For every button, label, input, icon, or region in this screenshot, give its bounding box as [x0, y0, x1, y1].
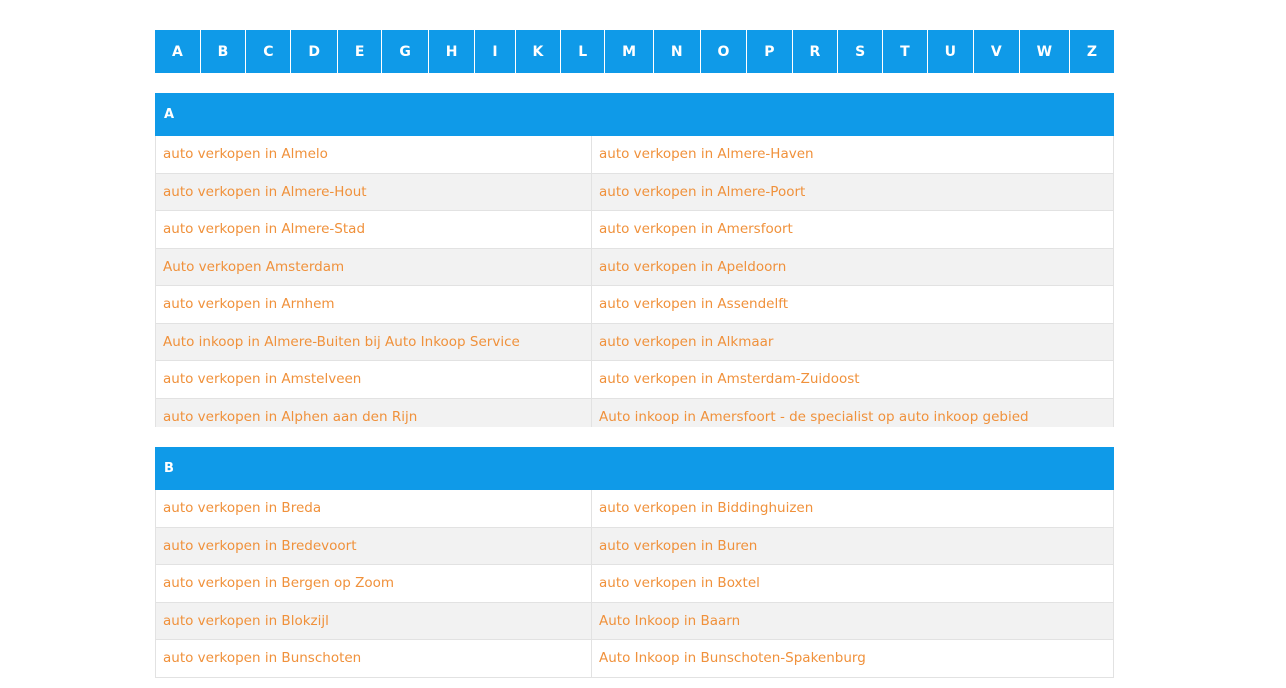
city-link[interactable]: Auto inkoop in Amersfoort - de specialis…	[592, 399, 1113, 428]
section-b: B auto verkopen in Breda auto verkopen in…	[155, 447, 1114, 688]
link-list-b: auto verkopen in Breda auto verkopen in B…	[155, 490, 1114, 678]
alphabet-letter-k[interactable]: K	[516, 30, 562, 73]
alphabet-letter-u[interactable]: U	[928, 30, 974, 73]
city-link[interactable]: auto verkopen in Assendelft	[592, 286, 1113, 323]
city-link[interactable]: auto verkopen in Bunschoten	[155, 640, 592, 677]
table-row: auto verkopen in Amstelveen auto verkopen…	[155, 361, 1113, 399]
city-link[interactable]: auto verkopen in Almere-Haven	[592, 136, 1113, 173]
link-list-a: auto verkopen in Almelo auto verkopen in …	[155, 136, 1114, 427]
alphabet-letter-t[interactable]: T	[883, 30, 928, 73]
table-row: auto verkopen in Bergen op Zoom auto verk…	[155, 565, 1113, 603]
section-a: A auto verkopen in Almelo auto verkopen i…	[155, 93, 1114, 427]
alphabet-letter-w[interactable]: W	[1020, 30, 1070, 73]
city-link[interactable]: auto verkopen in Alphen aan den Rijn	[155, 398, 592, 427]
alphabet-letter-c[interactable]: C	[246, 30, 292, 73]
alphabet-nav: ABCDEGHIKLMNOPRSTUVWZ	[155, 30, 1114, 73]
alphabet-letter-i[interactable]: I	[475, 30, 516, 73]
table-row: auto verkopen in Arnhem auto verkopen in …	[155, 286, 1113, 324]
city-link[interactable]: auto verkopen in Almere-Poort	[592, 174, 1113, 211]
table-row: auto verkopen in Blokzijl Auto Inkoop in …	[155, 602, 1113, 640]
alphabet-letter-o[interactable]: O	[701, 30, 748, 73]
alphabet-letter-p[interactable]: P	[747, 30, 793, 73]
city-link[interactable]: auto verkopen in Almere-Stad	[155, 211, 592, 248]
alphabet-letter-n[interactable]: N	[654, 30, 701, 73]
city-link[interactable]: auto verkopen in Apeldoorn	[592, 249, 1113, 286]
city-link[interactable]: Auto Inkoop in Bunschoten-Spakenburg	[592, 640, 1113, 677]
city-link[interactable]: auto verkopen in Amstelveen	[155, 361, 592, 398]
city-link[interactable]: Auto verkopen Amsterdam	[155, 248, 592, 285]
alphabet-letter-b[interactable]: B	[201, 30, 247, 73]
alphabet-letter-m[interactable]: M	[605, 30, 654, 73]
alphabet-letter-v[interactable]: V	[974, 30, 1020, 73]
table-row: auto verkopen in Alphen aan den Rijn Auto…	[155, 398, 1113, 428]
table-row: Auto inkoop in Almere-Buiten bij Auto In…	[155, 323, 1113, 361]
city-link[interactable]: auto verkopen in Alkmaar	[592, 324, 1113, 361]
city-link[interactable]: Auto Inkoop in Baarn	[592, 603, 1113, 640]
city-link[interactable]: auto verkopen in Blokzijl	[155, 602, 592, 639]
city-link[interactable]: auto verkopen in Bergen op Zoom	[155, 565, 592, 602]
city-link[interactable]: auto verkopen in Biddinghuizen	[592, 490, 1113, 527]
alphabet-letter-a[interactable]: A	[155, 30, 201, 73]
alphabet-letter-g[interactable]: G	[382, 30, 429, 73]
alphabet-letter-z[interactable]: Z	[1070, 30, 1114, 73]
table-row: Auto verkopen Amsterdam auto verkopen in …	[155, 248, 1113, 286]
city-link[interactable]: auto verkopen in Boxtel	[592, 565, 1113, 602]
alphabet-letter-r[interactable]: R	[793, 30, 839, 73]
table-row: auto verkopen in Bunschoten Auto Inkoop i…	[155, 640, 1113, 678]
table-row: auto verkopen in Almere-Stad auto verkope…	[155, 211, 1113, 249]
table-row: auto verkopen in Almelo auto verkopen in …	[155, 136, 1113, 174]
city-link[interactable]: auto verkopen in Almelo	[155, 136, 592, 173]
city-link[interactable]: auto verkopen in Arnhem	[155, 286, 592, 323]
city-link[interactable]: auto verkopen in Breda	[155, 490, 592, 527]
table-row: auto verkopen in Breda auto verkopen in B…	[155, 490, 1113, 528]
alphabet-letter-d[interactable]: D	[291, 30, 338, 73]
alphabet-letter-e[interactable]: E	[338, 30, 383, 73]
table-row: auto verkopen in Bredevoort auto verkopen…	[155, 527, 1113, 565]
city-link[interactable]: auto verkopen in Amsterdam-Zuidoost	[592, 361, 1113, 398]
alphabet-letter-l[interactable]: L	[561, 30, 606, 73]
alphabet-letter-s[interactable]: S	[838, 30, 884, 73]
city-link[interactable]: auto verkopen in Bredevoort	[155, 527, 592, 564]
city-link[interactable]: Auto inkoop in Almere-Buiten bij Auto In…	[155, 323, 592, 360]
alphabet-letter-h[interactable]: H	[429, 30, 476, 73]
section-header-a: A	[155, 93, 1114, 136]
city-link[interactable]: auto verkopen in Buren	[592, 528, 1113, 565]
table-row: auto verkopen in Almere-Hout auto verkope…	[155, 173, 1113, 211]
city-link[interactable]: auto verkopen in Amersfoort	[592, 211, 1113, 248]
section-header-b: B	[155, 447, 1114, 490]
city-link[interactable]: auto verkopen in Almere-Hout	[155, 173, 592, 210]
